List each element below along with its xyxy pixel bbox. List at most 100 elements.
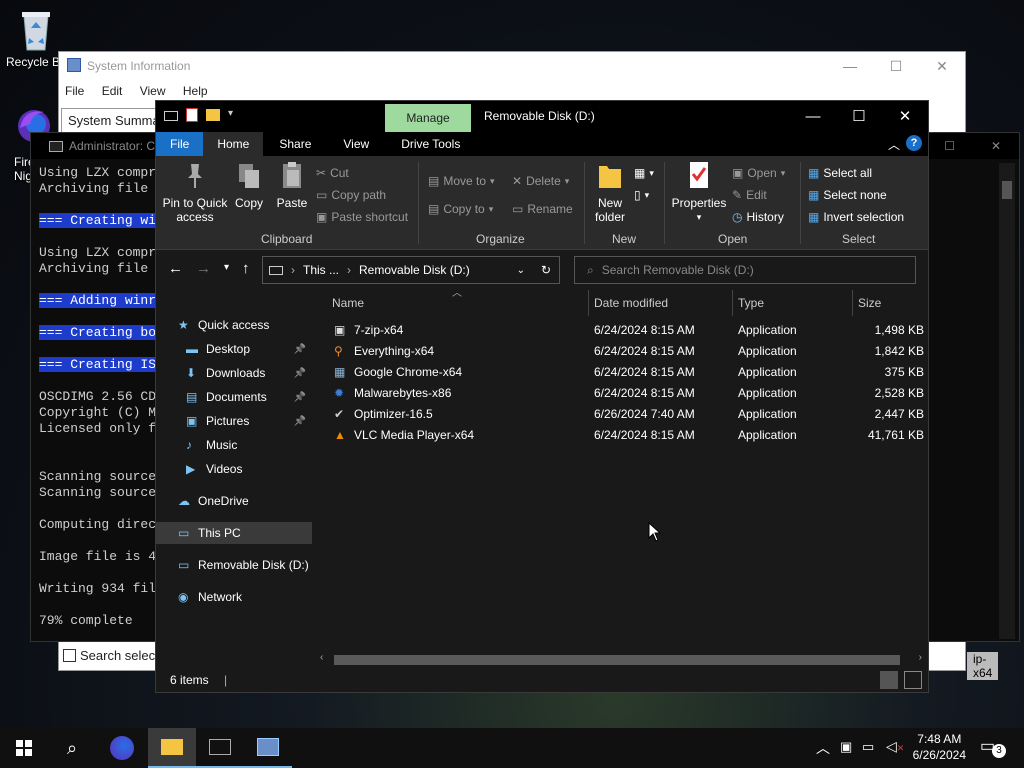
tab-file[interactable]: File <box>156 132 204 156</box>
horizontal-scroll-thumb[interactable] <box>334 655 900 665</box>
new-folder-button[interactable]: New folder <box>590 160 630 224</box>
cut-button[interactable]: ✂ Cut <box>316 164 349 182</box>
nav-item-videos[interactable]: ▶ Videos <box>156 458 312 480</box>
search-box[interactable]: ⌕ Search Removable Disk (D:) <box>574 256 916 284</box>
file-row[interactable]: ▦ Google Chrome-x64 6/24/2024 8:15 AM Appli… <box>316 362 928 383</box>
copy-to-button[interactable]: ▤ Copy to ▾ <box>428 200 493 218</box>
file-explorer-taskbar-button[interactable] <box>148 728 196 768</box>
sysinfo-search-selected-checkbox[interactable]: Search select <box>63 648 159 663</box>
column-header-size[interactable]: Size <box>858 290 881 316</box>
nav-item-onedrive[interactable]: ☁ OneDrive <box>156 490 312 512</box>
column-separator[interactable] <box>732 290 733 316</box>
history-button[interactable]: ◷ History <box>732 208 784 226</box>
nav-item-documents[interactable]: ▤ Documents 📌 <box>156 386 312 408</box>
horizontal-scrollbar[interactable]: ‹ › <box>318 652 924 668</box>
refresh-icon[interactable]: ↻ <box>541 263 551 277</box>
explorer-minimize-button[interactable]: — <box>790 101 836 132</box>
open-button[interactable]: ▣ Open ▾ <box>732 164 785 182</box>
console-taskbar-button[interactable] <box>196 728 244 768</box>
nav-item-quick-access[interactable]: ★ Quick access <box>156 314 312 336</box>
easy-access-button[interactable]: ▯ ▾ <box>634 186 649 204</box>
menu-file[interactable]: File <box>65 84 84 98</box>
explorer-maximize-button[interactable]: ☐ <box>836 101 882 132</box>
show-hidden-icons-chevron-icon[interactable]: ︿ <box>816 738 830 758</box>
up-arrow-icon[interactable]: ↑ <box>242 260 250 277</box>
file-row[interactable]: ⚲ Everything-x64 6/24/2024 8:15 AM Applicat… <box>316 341 928 362</box>
manage-tab[interactable]: Manage <box>385 104 471 132</box>
nav-item-network[interactable]: ◉ Network <box>156 586 312 608</box>
menu-help[interactable]: Help <box>183 84 208 98</box>
address-dropdown-icon[interactable]: ⌄ <box>517 265 525 276</box>
breadcrumb-removable-disk[interactable]: Removable Disk (D:) <box>359 263 470 277</box>
sysinfo-maximize-button[interactable]: ☐ <box>873 52 919 80</box>
nav-item-this-pc[interactable]: ▭ This PC <box>156 522 312 544</box>
column-separator[interactable] <box>588 290 589 316</box>
collapse-ribbon-icon[interactable]: ︿ <box>888 136 900 153</box>
new-item-button[interactable]: ▦ ▾ <box>634 164 654 182</box>
select-all-button[interactable]: ▦ Select all <box>808 164 872 182</box>
delete-button[interactable]: ✕ Delete ▾ <box>512 172 569 190</box>
pin-to-quick-access-button[interactable]: Pin to Quick access <box>162 160 228 224</box>
copy-path-button[interactable]: ▭ Copy path <box>316 186 386 204</box>
tab-view[interactable]: View <box>327 132 385 156</box>
column-header-name[interactable]: Name <box>332 290 364 316</box>
column-header-date-modified[interactable]: Date modified <box>594 290 668 316</box>
select-none-button[interactable]: ▦ Select none <box>808 186 887 204</box>
large-icons-view-icon[interactable] <box>904 671 922 689</box>
nav-item-pictures[interactable]: ▣ Pictures 📌 <box>156 410 312 432</box>
help-icon[interactable]: ? <box>906 135 922 151</box>
recycle-bin-desktop-icon[interactable]: Recycle B <box>6 8 66 69</box>
scroll-right-icon[interactable]: › <box>919 652 922 663</box>
console-close-button[interactable]: ✕ <box>991 133 1001 159</box>
console-scroll-thumb[interactable] <box>1002 181 1012 199</box>
system-information-taskbar-button[interactable] <box>244 728 292 768</box>
file-explorer-window[interactable]: ▾ Manage Removable Disk (D:) — ☐ ✕ File … <box>155 100 929 693</box>
nav-item-music[interactable]: ♪ Music <box>156 434 312 456</box>
details-view-icon[interactable] <box>880 671 898 689</box>
breadcrumb-this-pc[interactable]: This ... <box>303 263 339 277</box>
action-center-button[interactable]: ▭ 3 <box>980 736 1008 760</box>
sysinfo-tree-item[interactable]: System Summa <box>61 108 167 133</box>
tab-home[interactable]: Home <box>203 132 264 156</box>
firefox-taskbar-button[interactable] <box>98 728 146 768</box>
properties-button[interactable]: Properties ▾ <box>670 160 728 224</box>
forward-arrow-icon[interactable]: → <box>196 260 211 277</box>
taskbar-clock[interactable]: 7:48 AM 6/26/2024 <box>913 731 966 763</box>
new-folder-toolbar-icon[interactable] <box>206 109 220 121</box>
back-arrow-icon[interactable]: ← <box>168 260 183 277</box>
volume-muted-icon[interactable]: ◁✕ <box>886 738 904 755</box>
nav-item-downloads[interactable]: ⬇ Downloads 📌 <box>156 362 312 384</box>
tab-drive-tools[interactable]: Drive Tools <box>385 132 476 156</box>
file-row[interactable]: ✹ Malwarebytes-x86 6/24/2024 8:15 AM Applic… <box>316 383 928 404</box>
menu-edit[interactable]: Edit <box>102 84 123 98</box>
nav-item-desktop[interactable]: ▬ Desktop 📌 <box>156 338 312 360</box>
drive-toolbar-icon[interactable] <box>164 111 178 121</box>
console-maximize-button[interactable]: ☐ <box>944 133 955 159</box>
properties-toolbar-icon[interactable] <box>186 108 198 122</box>
invert-selection-button[interactable]: ▦ Invert selection <box>808 208 904 226</box>
paste-shortcut-button[interactable]: ▣ Paste shortcut <box>316 208 408 226</box>
move-to-button[interactable]: ▤ Move to ▾ <box>428 172 495 190</box>
sysinfo-minimize-button[interactable]: — <box>827 52 873 80</box>
start-button[interactable] <box>0 728 48 768</box>
scroll-left-icon[interactable]: ‹ <box>320 652 323 663</box>
nav-item-removable-disk-d[interactable]: ▭ Removable Disk (D:) <box>156 554 312 576</box>
copy-button[interactable]: Copy <box>232 160 266 210</box>
file-row[interactable]: ▲ VLC Media Player-x64 6/24/2024 8:15 AM Ap… <box>316 425 928 446</box>
menu-view[interactable]: View <box>140 84 166 98</box>
device-icon[interactable]: ▣ <box>840 739 852 755</box>
customize-toolbar-icon[interactable]: ▾ <box>228 108 233 122</box>
console-scrollbar[interactable] <box>999 163 1015 639</box>
explorer-titlebar[interactable]: ▾ Manage Removable Disk (D:) — ☐ ✕ <box>156 101 928 132</box>
search-taskbar-button[interactable]: ⌕ <box>48 728 96 768</box>
file-row[interactable]: ▣ 7-zip-x64 6/24/2024 8:15 AM Application 1,… <box>316 320 928 341</box>
column-header-type[interactable]: Type <box>738 290 764 316</box>
file-row[interactable]: ✔ Optimizer-16.5 6/26/2024 7:40 AM Applicat… <box>316 404 928 425</box>
edit-button[interactable]: ✎ Edit <box>732 186 767 204</box>
column-separator[interactable] <box>852 290 853 316</box>
recent-locations-chevron-icon[interactable]: ▾ <box>224 262 229 273</box>
tab-share[interactable]: Share <box>263 132 327 156</box>
explorer-close-button[interactable]: ✕ <box>882 101 928 132</box>
sysinfo-close-button[interactable]: ✕ <box>919 52 965 80</box>
network-status-icon[interactable]: ▭ <box>862 739 874 755</box>
